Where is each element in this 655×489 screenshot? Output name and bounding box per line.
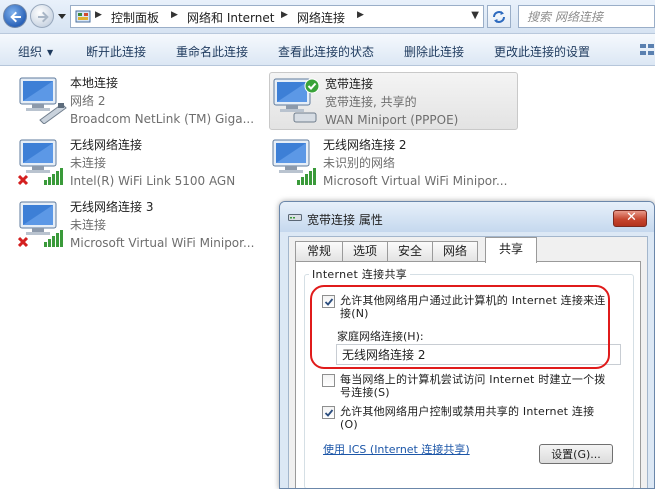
connection-item-wireless[interactable]: 无线网络连接 未连接 Intel(R) WiFi Link 5100 AGN: [18, 134, 268, 190]
connection-text: 无线网络连接 2 未识别的网络 Microsoft Virtual WiFi M…: [323, 136, 507, 190]
connection-item-broadband[interactable]: 宽带连接 宽带连接, 共享的 WAN Miniport (PPPOE): [269, 72, 518, 130]
connection-device: Broadcom NetLink (TM) Giga...: [70, 112, 255, 126]
settings-button[interactable]: 设置(G)...: [539, 444, 613, 464]
rename-button[interactable]: 重命名此连接: [176, 43, 248, 60]
modem-icon: [288, 214, 302, 221]
tab-options[interactable]: 选项: [342, 241, 388, 261]
dial-on-demand-option[interactable]: 每当网络上的计算机尝试访问 Internet 时建立一个拨号连接(S): [322, 373, 612, 401]
connection-text: 无线网络连接 3 未连接 Microsoft Virtual WiFi Mini…: [70, 198, 254, 252]
breadcrumb-network-internet[interactable]: 网络和 Internet: [187, 9, 274, 26]
breadcrumb-separator-icon: ▶: [171, 10, 178, 20]
wired-lan-icon: [19, 77, 67, 124]
checkmark-icon: [324, 298, 334, 306]
allow-control-checkbox[interactable]: [322, 406, 335, 419]
tab-sharing[interactable]: 共享: [485, 237, 537, 263]
dial-on-demand-checkbox[interactable]: [322, 374, 335, 387]
connection-name: 宽带连接: [325, 77, 374, 91]
connection-status: 未连接: [70, 156, 107, 170]
checkmark-icon: [324, 409, 334, 417]
connection-status: 宽带连接, 共享的: [325, 95, 417, 109]
breadcrumb-separator-icon: ▶: [357, 10, 364, 20]
chevron-down-icon: ▼: [47, 48, 54, 57]
wireless-connected-icon: [272, 139, 316, 185]
forward-button[interactable]: [30, 4, 54, 28]
allow-control-label: 允许其他网络用户控制或禁用共享的 Internet 连接(O): [340, 405, 595, 431]
breadcrumb-control-panel[interactable]: 控制面板: [111, 9, 159, 26]
connection-status: 未识别的网络: [323, 156, 396, 170]
connection-text: 本地连接 网络 2 Broadcom NetLink (TM) Giga...: [70, 74, 254, 128]
organize-label: 组织: [18, 45, 43, 59]
connection-name: 无线网络连接 2: [323, 138, 407, 152]
connection-status: 未连接: [70, 218, 107, 232]
organize-button[interactable]: 组织 ▼: [18, 43, 53, 60]
connection-device: Microsoft Virtual WiFi Minipor...: [323, 174, 508, 188]
tab-networking[interactable]: 网络: [432, 241, 478, 261]
breadcrumb-separator-icon: ▶: [95, 10, 102, 20]
connection-text: 宽带连接 宽带连接, 共享的 WAN Miniport (PPPOE): [325, 75, 458, 129]
connection-item-wireless-3[interactable]: 无线网络连接 3 未连接 Microsoft Virtual WiFi Mini…: [18, 196, 268, 252]
close-button[interactable]: ✕: [613, 210, 647, 227]
connection-item-wireless-2[interactable]: 无线网络连接 2 未识别的网络 Microsoft Virtual WiFi M…: [271, 134, 521, 190]
breadcrumb-separator-icon: ▶: [281, 10, 288, 20]
connection-status: 网络 2: [70, 94, 106, 108]
view-options-icon[interactable]: [639, 43, 655, 57]
allow-control-option[interactable]: 允许其他网络用户控制或禁用共享的 Internet 连接(O): [322, 405, 612, 433]
wireless-disconnected-icon: [18, 139, 63, 186]
control-panel-icon: [75, 10, 91, 23]
connection-item-local[interactable]: 本地连接 网络 2 Broadcom NetLink (TM) Giga...: [18, 72, 268, 128]
breadcrumb[interactable]: ▶ 控制面板 ▶ 网络和 Internet ▶ 网络连接 ▶ ▼: [70, 5, 484, 28]
close-icon: ✕: [626, 210, 637, 225]
back-button[interactable]: [3, 4, 27, 28]
connection-device: Microsoft Virtual WiFi Minipor...: [70, 236, 255, 250]
arrow-left-icon: [10, 11, 21, 23]
disconnect-button[interactable]: 断开此连接: [86, 43, 146, 60]
dialog-titlebar[interactable]: 宽带连接 属性 ✕: [280, 202, 654, 232]
arrow-right-icon: [38, 11, 49, 23]
delete-button[interactable]: 删除此连接: [404, 43, 464, 60]
refresh-icon: [493, 11, 505, 23]
history-dropdown-icon[interactable]: [57, 10, 67, 22]
tab-general[interactable]: 常规: [295, 241, 343, 261]
allow-share-label: 允许其他网络用户通过此计算机的 Internet 连接来连接(N): [340, 294, 606, 320]
connection-name: 无线网络连接 3: [70, 200, 154, 214]
broadband-connected-icon: [273, 78, 320, 123]
home-network-select[interactable]: [336, 344, 621, 365]
home-network-label: 家庭网络连接(H):: [337, 330, 424, 343]
view-status-button[interactable]: 查看此连接的状态: [278, 43, 374, 60]
group-title: Internet 连接共享: [309, 266, 411, 282]
change-settings-button[interactable]: 更改此连接的设置: [494, 43, 590, 60]
allow-share-checkbox[interactable]: [322, 295, 335, 308]
refresh-button[interactable]: [487, 5, 511, 28]
tab-security[interactable]: 安全: [387, 241, 433, 261]
search-box[interactable]: [518, 5, 655, 28]
connection-device: WAN Miniport (PPPOE): [325, 113, 459, 127]
dialog-title: 宽带连接 属性: [307, 213, 383, 227]
breadcrumb-network-connections[interactable]: 网络连接: [297, 9, 345, 26]
home-network-field[interactable]: [340, 346, 616, 363]
connection-text: 无线网络连接 未连接 Intel(R) WiFi Link 5100 AGN: [70, 136, 235, 190]
connection-name: 无线网络连接: [70, 138, 143, 152]
ics-help-link[interactable]: 使用 ICS (Internet 连接共享): [323, 441, 470, 457]
address-dropdown-icon[interactable]: ▼: [471, 10, 479, 21]
dial-on-demand-label: 每当网络上的计算机尝试访问 Internet 时建立一个拨号连接(S): [340, 373, 606, 399]
wireless-disconnected-icon: [18, 201, 63, 248]
command-bar: 组织 ▼ 断开此连接 重命名此连接 查看此连接的状态 删除此连接 更改此连接的设置: [0, 34, 655, 66]
allow-share-option[interactable]: 允许其他网络用户通过此计算机的 Internet 连接来连接(N): [322, 294, 612, 322]
connection-name: 本地连接: [70, 76, 119, 90]
address-bar: ▶ 控制面板 ▶ 网络和 Internet ▶ 网络连接 ▶ ▼: [0, 0, 655, 34]
connection-device: Intel(R) WiFi Link 5100 AGN: [70, 174, 236, 188]
search-input[interactable]: [525, 8, 650, 25]
